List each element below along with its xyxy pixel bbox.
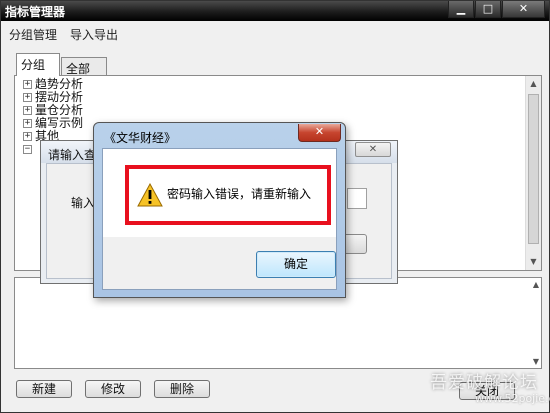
ok-button[interactable]: 确定: [256, 251, 336, 278]
tab-all[interactable]: 全部: [61, 57, 107, 77]
edit-button[interactable]: 修改: [85, 380, 141, 398]
expand-icon[interactable]: +: [23, 93, 32, 102]
menu-import-export[interactable]: 导入导出: [70, 26, 118, 43]
password-input[interactable]: [347, 188, 367, 209]
message-area: 密码输入错误，请重新输入: [103, 149, 336, 237]
main-titlebar[interactable]: 指标管理器 ▁ □ ✕: [1, 1, 549, 21]
expand-icon[interactable]: +: [23, 132, 32, 141]
message-box-title: 《文华财经》: [104, 131, 177, 145]
tab-group[interactable]: 分组: [16, 53, 60, 76]
delete-button[interactable]: 删除: [154, 380, 210, 398]
scroll-thumb[interactable]: [528, 94, 539, 244]
tree-item[interactable]: −: [23, 143, 35, 156]
menu-bar: 分组管理 导入导出: [1, 23, 549, 42]
main-window-title: 指标管理器: [5, 5, 66, 19]
password-dialog-title: 请输入查: [48, 148, 97, 162]
message-box-body: 密码输入错误，请重新输入 确定: [102, 148, 337, 290]
error-message-box: 《文华财经》 ✕ 密码输入错误，请重新输入 确定: [93, 122, 346, 298]
password-label: 输入: [71, 196, 96, 210]
collapse-icon[interactable]: −: [23, 145, 32, 154]
maximize-button[interactable]: □: [475, 1, 501, 18]
expand-icon[interactable]: +: [23, 119, 32, 128]
password-dialog-button[interactable]: [343, 234, 367, 254]
close-icon[interactable]: ✕: [355, 142, 391, 157]
scroll-down-icon[interactable]: ▼: [526, 254, 541, 270]
error-message-text: 密码输入错误，请重新输入: [167, 187, 312, 201]
scroll-up-icon[interactable]: ▲: [533, 280, 539, 289]
warning-icon: [137, 183, 163, 207]
scroll-up-icon[interactable]: ▲: [526, 76, 541, 92]
menu-group-management[interactable]: 分组管理: [9, 26, 57, 43]
close-icon[interactable]: ✕: [298, 124, 341, 142]
watermark-text: 吾爱破解论坛: [430, 373, 538, 393]
tree-scrollbar[interactable]: ▲ ▼: [525, 76, 541, 270]
scroll-down-icon[interactable]: ▼: [533, 357, 539, 366]
close-window-button[interactable]: ✕: [502, 1, 545, 18]
window-controls: ▁ □ ✕: [447, 1, 545, 18]
minimize-button[interactable]: ▁: [448, 1, 474, 18]
watermark-url: www.52pojie.cn: [475, 392, 550, 405]
new-button[interactable]: 新建: [16, 380, 72, 398]
expand-icon[interactable]: +: [23, 106, 32, 115]
expand-icon[interactable]: +: [23, 80, 32, 89]
